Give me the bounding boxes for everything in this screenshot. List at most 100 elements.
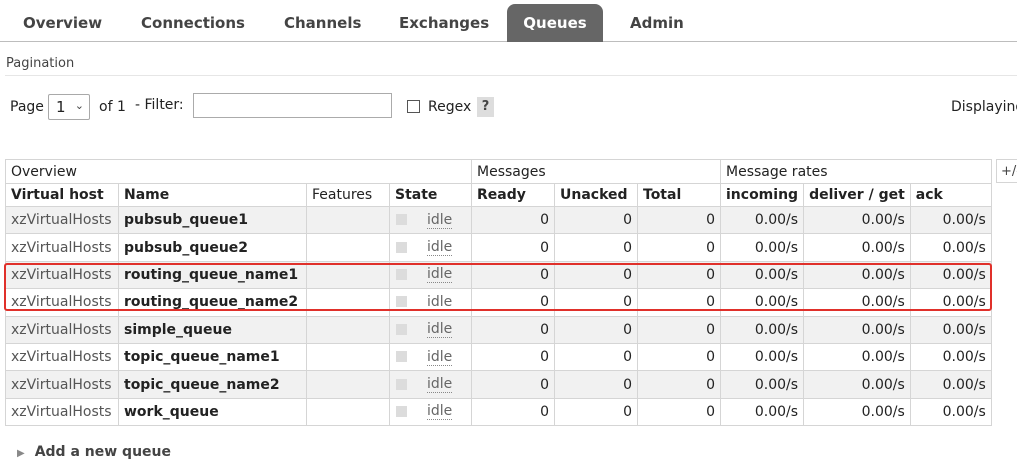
cell-unacked: 0 — [554, 342, 638, 372]
table-row[interactable]: xzVirtualHosts pubsub_queue2 idle 0 0 0 … — [5, 233, 992, 262]
cell-virtual-host: xzVirtualHosts — [5, 205, 119, 235]
page-select-value: 1 — [56, 98, 66, 116]
col-header-unacked[interactable]: Unacked — [554, 183, 638, 207]
state-indicator-icon — [396, 214, 407, 226]
regex-checkbox[interactable] — [407, 100, 420, 113]
state-text: idle — [427, 321, 453, 339]
cell-deliver-get: 0.00/s — [803, 315, 911, 344]
triangle-right-icon: ▶ — [17, 448, 25, 459]
cell-virtual-host: xzVirtualHosts — [5, 288, 119, 317]
col-header-name[interactable]: Name — [118, 183, 307, 207]
cell-virtual-host: xzVirtualHosts — [5, 260, 119, 290]
cell-state: idle — [389, 370, 472, 399]
col-header-virtual-host[interactable]: Virtual host — [5, 183, 119, 207]
tab-admin[interactable]: Admin — [614, 4, 694, 42]
table-row[interactable]: xzVirtualHosts topic_queue_name2 idle 0 … — [5, 370, 992, 399]
tab-exchanges[interactable]: Exchanges — [383, 4, 496, 42]
cell-ready: 0 — [471, 342, 555, 372]
cell-state: idle — [389, 397, 472, 427]
state-indicator-icon — [396, 296, 407, 308]
cell-deliver-get: 0.00/s — [803, 288, 911, 317]
cell-virtual-host: xzVirtualHosts — [5, 342, 119, 372]
table-row[interactable]: xzVirtualHosts work_queue idle 0 0 0 0.0… — [5, 397, 992, 427]
tab-connections[interactable]: Connections — [125, 4, 254, 42]
state-text: idle — [427, 211, 453, 229]
table-row[interactable]: xzVirtualHosts routing_queue_name1 idle … — [5, 260, 992, 290]
group-header-message-rates: Message rates — [720, 159, 992, 184]
cell-state: idle — [389, 233, 472, 262]
cell-features — [306, 288, 390, 317]
cell-incoming: 0.00/s — [719, 260, 805, 290]
tab-channels[interactable]: Channels — [268, 4, 368, 42]
cell-ready: 0 — [471, 233, 555, 262]
cell-queue-name[interactable]: pubsub_queue2 — [118, 233, 307, 262]
cell-state: idle — [389, 260, 472, 290]
filter-input[interactable] — [193, 93, 392, 118]
cell-queue-name[interactable]: pubsub_queue1 — [118, 205, 307, 235]
state-text: idle — [427, 348, 453, 366]
page-label: Page — [10, 99, 44, 115]
state-text: idle — [427, 239, 453, 257]
cell-ack: 0.00/s — [909, 205, 992, 235]
cell-features — [306, 397, 390, 427]
cell-total: 0 — [637, 260, 721, 290]
cell-ready: 0 — [471, 370, 555, 399]
pagination-title[interactable]: Pagination — [6, 56, 74, 71]
cell-deliver-get: 0.00/s — [803, 233, 911, 262]
filter-label: - Filter: — [135, 97, 184, 113]
cell-ready: 0 — [471, 260, 555, 290]
col-header-ready[interactable]: Ready — [471, 183, 555, 207]
cell-features — [306, 370, 390, 399]
cell-queue-name[interactable]: topic_queue_name2 — [118, 370, 307, 399]
cell-virtual-host: xzVirtualHosts — [5, 233, 119, 262]
cell-queue-name[interactable]: work_queue — [118, 397, 307, 427]
tab-overview[interactable]: Overview — [7, 4, 113, 42]
columns-toggle-button[interactable]: +/- — [996, 159, 1017, 183]
cell-virtual-host: xzVirtualHosts — [5, 397, 119, 427]
tab-queues[interactable]: Queues — [507, 4, 603, 42]
cell-total: 0 — [637, 342, 721, 372]
cell-ready: 0 — [471, 205, 555, 235]
cell-queue-name[interactable]: routing_queue_name1 — [118, 260, 307, 290]
cell-ready: 0 — [471, 315, 555, 344]
col-header-state[interactable]: State — [389, 183, 472, 207]
cell-total: 0 — [637, 370, 721, 399]
cell-ack: 0.00/s — [909, 370, 992, 399]
cell-features — [306, 260, 390, 290]
cell-virtual-host: xzVirtualHosts — [5, 370, 119, 399]
cell-unacked: 0 — [554, 397, 638, 427]
cell-deliver-get: 0.00/s — [803, 397, 911, 427]
group-header-overview: Overview — [5, 159, 472, 184]
col-header-features: Features — [306, 183, 390, 207]
state-indicator-icon — [396, 241, 407, 253]
cell-total: 0 — [637, 397, 721, 427]
help-button[interactable]: ? — [477, 97, 494, 117]
col-header-total[interactable]: Total — [637, 183, 721, 207]
state-text: idle — [427, 376, 453, 394]
state-indicator-icon — [396, 323, 407, 335]
queues-table: Overview Messages Message rates Virtual … — [5, 159, 992, 427]
cell-ack: 0.00/s — [909, 315, 992, 344]
cell-unacked: 0 — [554, 370, 638, 399]
cell-queue-name[interactable]: topic_queue_name1 — [118, 342, 307, 372]
col-header-ack[interactable]: ack — [909, 183, 992, 207]
cell-unacked: 0 — [554, 260, 638, 290]
cell-queue-name[interactable]: simple_queue — [118, 315, 307, 344]
cell-features — [306, 205, 390, 235]
cell-ready: 0 — [471, 397, 555, 427]
state-text: idle — [427, 403, 453, 421]
page-count-label: of 1 — [99, 99, 126, 115]
table-row[interactable]: xzVirtualHosts simple_queue idle 0 0 0 0… — [5, 315, 992, 344]
page-select[interactable]: 1 ⌄ — [48, 94, 90, 120]
cell-unacked: 0 — [554, 288, 638, 317]
table-row[interactable]: xzVirtualHosts pubsub_queue1 idle 0 0 0 … — [5, 205, 992, 235]
cell-state: idle — [389, 315, 472, 344]
cell-incoming: 0.00/s — [719, 370, 805, 399]
table-row[interactable]: xzVirtualHosts topic_queue_name1 idle 0 … — [5, 342, 992, 372]
col-header-deliver-get[interactable]: deliver / get — [803, 183, 911, 207]
cell-total: 0 — [637, 233, 721, 262]
col-header-incoming[interactable]: incoming — [719, 183, 805, 207]
cell-queue-name[interactable]: routing_queue_name2 — [118, 288, 307, 317]
table-row[interactable]: xzVirtualHosts routing_queue_name2 idle … — [5, 288, 992, 317]
cell-features — [306, 342, 390, 372]
